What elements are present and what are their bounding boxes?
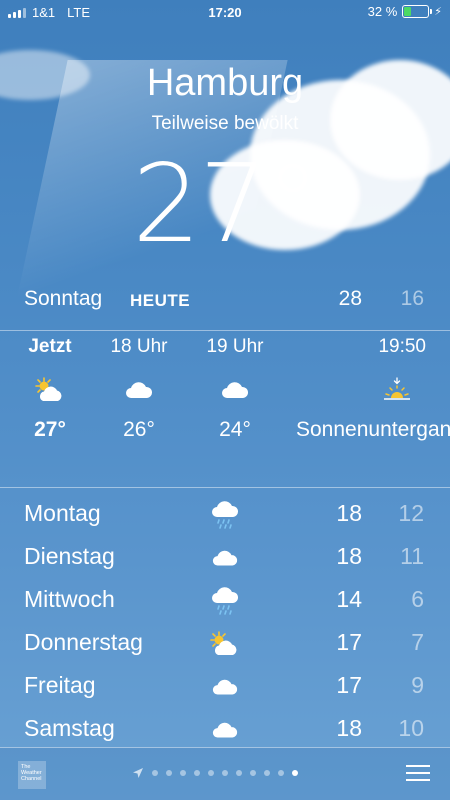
daily-high: 18 — [336, 543, 362, 569]
today-high: 28 — [338, 287, 362, 310]
hour-time: 19:50 — [378, 336, 426, 357]
hour-temp: 27° — [34, 418, 66, 441]
city-list-icon[interactable] — [406, 765, 430, 786]
daily-low: 11 — [400, 543, 424, 569]
today-low: 16 — [400, 287, 424, 310]
sunset-label: Sonnenuntergang — [296, 418, 450, 441]
daily-high: 18 — [336, 500, 362, 526]
weather-channel-logo[interactable]: The Weather Channel — [18, 761, 46, 789]
daily-forecast[interactable]: Montag 18 12 Dienstag 18 11 Mittwoch 14 … — [0, 495, 450, 753]
rain-cloud-icon — [208, 584, 242, 618]
daily-row: Montag 18 12 — [0, 495, 450, 538]
page-dot[interactable] — [236, 770, 242, 776]
hour-item: Jetzt 27° — [20, 336, 80, 442]
daily-day: Samstag — [24, 715, 115, 741]
partly-sunny-icon — [20, 362, 80, 418]
rain-cloud-icon — [208, 498, 242, 532]
page-dot[interactable] — [278, 770, 284, 776]
today-day: Sonntag — [24, 287, 103, 310]
city-name: Hamburg — [146, 62, 304, 104]
hour-temp: 24° — [219, 418, 251, 441]
page-dot[interactable] — [152, 770, 158, 776]
hour-time: Jetzt — [28, 336, 72, 357]
daily-high: 18 — [336, 715, 362, 741]
hour-time: 19 Uhr — [206, 336, 264, 357]
hourly-forecast[interactable]: Jetzt 27° 18 Uhr 26° 19 Uhr 24° 19:50 So… — [0, 336, 450, 486]
daily-low: 9 — [411, 672, 424, 698]
page-dot[interactable] — [180, 770, 186, 776]
divider — [0, 487, 450, 488]
daily-row: Donnerstag 17 7 — [0, 624, 450, 667]
hour-time: 18 Uhr — [110, 336, 168, 357]
page-dot[interactable] — [208, 770, 214, 776]
divider — [0, 330, 450, 331]
cloud-icon — [199, 362, 271, 418]
bottom-toolbar: The Weather Channel — [0, 747, 450, 800]
hour-item: 19 Uhr 24° — [199, 336, 271, 442]
page-dot[interactable] — [194, 770, 200, 776]
sunset-icon — [296, 362, 450, 418]
cloud-icon — [208, 670, 242, 704]
current-temperature: 27° — [132, 142, 319, 267]
daily-day: Freitag — [24, 672, 96, 698]
daily-high: 14 — [336, 586, 362, 612]
page-dot[interactable] — [166, 770, 172, 776]
page-dot[interactable] — [222, 770, 228, 776]
daily-day: Montag — [24, 500, 101, 526]
cloud-icon — [208, 713, 242, 747]
partly-sunny-icon — [208, 627, 242, 661]
daily-low: 12 — [398, 500, 424, 526]
daily-high: 17 — [336, 672, 362, 698]
daily-day: Donnerstag — [24, 629, 143, 655]
daily-row: Mittwoch 14 6 — [0, 581, 450, 624]
daily-low: 6 — [411, 586, 424, 612]
page-dot[interactable] — [250, 770, 256, 776]
hour-item: 19:50 Sonnenuntergang — [296, 336, 450, 442]
page-dot[interactable] — [292, 770, 298, 776]
daily-row: Freitag 17 9 — [0, 667, 450, 710]
battery-percentage: 32 % — [367, 4, 398, 19]
charging-icon: ⚡ — [434, 6, 442, 18]
page-dot[interactable] — [264, 770, 270, 776]
daily-low: 10 — [398, 715, 424, 741]
battery-icon — [402, 5, 433, 18]
daily-row: Dienstag 18 11 — [0, 538, 450, 581]
location-arrow-icon — [133, 768, 143, 778]
daily-high: 17 — [336, 629, 362, 655]
today-row: Sonntag HEUTE 28 16 — [0, 281, 450, 321]
status-bar: 1&1 LTE 17:20 32 % ⚡ — [0, 0, 450, 26]
page-indicator[interactable] — [132, 767, 298, 779]
today-label: HEUTE — [130, 291, 191, 310]
daily-day: Dienstag — [24, 543, 115, 569]
hour-item: 18 Uhr 26° — [104, 336, 174, 442]
weather-condition: Teilweise bewölkt — [151, 113, 299, 134]
hour-temp: 26° — [123, 418, 155, 441]
cloud-icon — [208, 541, 242, 575]
cloud-icon — [104, 362, 174, 418]
daily-day: Mittwoch — [24, 586, 115, 612]
daily-low: 7 — [411, 629, 424, 655]
